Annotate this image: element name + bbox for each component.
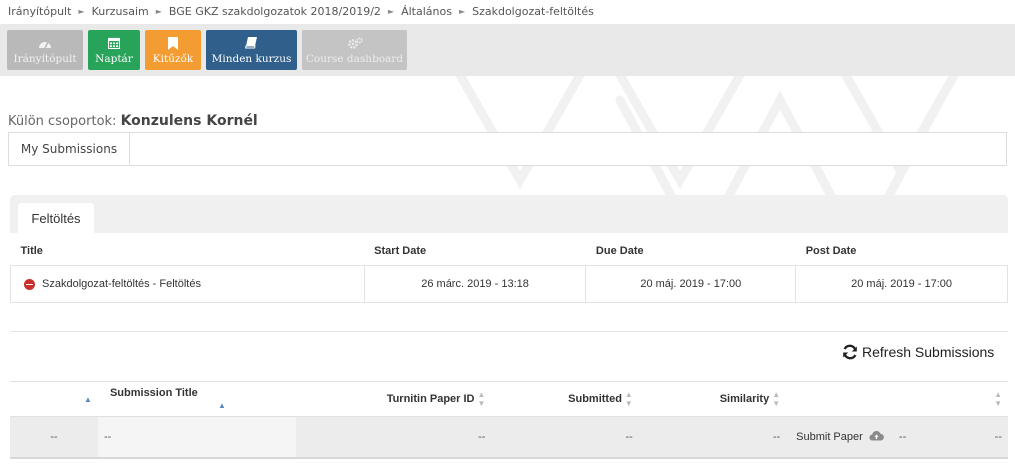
breadcrumb: Irányítópult ► Kurzusaim ► BGE GKZ szakdolgo…: [8, 5, 594, 18]
submitted-cell: --: [491, 416, 639, 459]
breadcrumb-separator-icon: ►: [155, 7, 162, 16]
table-row: -- -- -- -- -- Submit Paper -- --: [10, 416, 1008, 459]
sort-icon: ▲ ▼: [994, 390, 1002, 408]
breadcrumb-item-current: Szakdolgozat-feltöltés: [472, 5, 594, 18]
assignment-title[interactable]: Szakdolgozat-feltöltés - Feltöltés: [42, 278, 201, 290]
sort-asc-icon: ▲: [84, 394, 92, 404]
calendar-button[interactable]: Naptár: [88, 30, 140, 70]
section-divider: [10, 331, 1008, 332]
book-icon: [245, 36, 258, 51]
calendar-icon: [108, 36, 120, 51]
closed-status-icon: [24, 278, 35, 290]
sort-icon: ▲ ▼: [477, 390, 486, 408]
badges-button-label: Kitűzők: [152, 52, 194, 65]
similarity-cell: --: [638, 416, 787, 459]
refresh-submissions-label: Refresh Submissions: [862, 344, 995, 360]
all-courses-button[interactable]: Minden kurzus: [206, 30, 297, 70]
breadcrumb-separator-icon: ►: [458, 7, 466, 16]
column-header-submitted[interactable]: Submitted ▲ ▼: [491, 381, 639, 417]
similarity-header-label: Similarity: [719, 392, 770, 405]
grade-placeholder: --: [898, 430, 907, 443]
paper-id-header-label: Turnitin Paper ID: [386, 392, 475, 405]
breadcrumb-item-general[interactable]: Általános: [401, 5, 452, 18]
column-header-select[interactable]: ▲: [10, 381, 98, 417]
column-header-similarity[interactable]: Similarity ▲ ▼: [638, 381, 787, 417]
submission-title-cell: --: [97, 416, 296, 459]
column-header-grade[interactable]: ▲ ▼: [912, 381, 1008, 417]
table-row: Szakdolgozat-feltöltés - Feltöltés 26 má…: [10, 265, 1008, 303]
cloud-upload-icon: [869, 430, 884, 444]
submission-title-header-label: Submission Title: [109, 387, 198, 399]
submissions-tab-bar: My Submissions: [8, 132, 1007, 166]
post-date-cell: 20 máj. 2019 - 17:00: [795, 265, 1008, 303]
dashboard-icon: [38, 36, 52, 51]
sort-icon: ▲ ▼: [624, 390, 633, 408]
paper-id-cell: --: [295, 416, 492, 459]
submit-paper-button[interactable]: Submit Paper: [796, 431, 887, 443]
refresh-icon: [842, 344, 858, 360]
submissions-table-header: ▲ Submission Title ▲ Turnitin Paper ID ▲ ▼…: [10, 381, 1008, 417]
dashboard-button[interactable]: Irányítópult: [7, 30, 83, 70]
dashboard-button-label: Irányítópult: [13, 52, 77, 65]
assignment-title-cell: Szakdolgozat-feltöltés - Feltöltés: [10, 265, 365, 303]
course-dashboard-button[interactable]: Course dashboard: [302, 30, 407, 70]
refresh-submissions-button[interactable]: Refresh Submissions: [842, 344, 994, 360]
last-cell: --: [912, 416, 1008, 459]
column-header-start-date: Start Date: [364, 237, 586, 266]
column-header-submission-title[interactable]: Submission Title ▲: [97, 381, 296, 417]
bookmark-icon: [168, 36, 178, 51]
breadcrumb-item-dashboard[interactable]: Irányítópult: [8, 5, 71, 18]
badges-button[interactable]: Kitűzők: [145, 30, 201, 70]
breadcrumb-separator-icon: ►: [78, 7, 85, 16]
cogs-icon: [347, 36, 363, 51]
column-header-post-date: Post Date: [795, 237, 1008, 266]
breadcrumb-item-my-courses[interactable]: Kurzusaim: [92, 5, 149, 18]
submit-paper-label: Submit Paper: [796, 430, 863, 443]
start-date-cell: 26 márc. 2019 - 13:18: [363, 265, 587, 303]
due-date-cell: 20 máj. 2019 - 17:00: [585, 265, 797, 303]
select-cell: --: [10, 416, 98, 459]
column-header-submit: [786, 381, 913, 417]
column-header-turnitin-paper-id[interactable]: Turnitin Paper ID ▲ ▼: [295, 381, 492, 417]
separate-groups-selector: Külön csoportok: Konzulens Kornél: [8, 113, 258, 129]
groups-label: Külön csoportok:: [8, 114, 117, 129]
calendar-button-label: Naptár: [95, 52, 133, 65]
submissions-table: ▲ Submission Title ▲ Turnitin Paper ID ▲ ▼…: [10, 381, 1008, 459]
sort-asc-icon: ▲: [217, 400, 226, 410]
breadcrumb-item-course[interactable]: BGE GKZ szakdolgozatok 2018/2019/2: [169, 5, 381, 18]
assignment-table-header: Title Start Date Due Date Post Date: [10, 237, 1008, 266]
breadcrumb-separator-icon: ►: [387, 7, 395, 16]
column-header-due-date: Due Date: [585, 237, 796, 266]
course-dashboard-button-label: Course dashboard: [305, 52, 404, 65]
tab-my-submissions[interactable]: My Submissions: [9, 133, 130, 165]
submit-paper-cell: Submit Paper --: [786, 416, 913, 459]
all-courses-button-label: Minden kurzus: [211, 52, 292, 65]
assignment-table: Title Start Date Due Date Post Date Szak…: [10, 237, 1008, 303]
groups-value[interactable]: Konzulens Kornél: [121, 113, 258, 129]
navigation-toolbar: Irányítópult Naptár Kitűzők Minden kurzu…: [0, 24, 1015, 76]
column-header-title: Title: [10, 237, 365, 266]
sort-icon: ▲ ▼: [772, 390, 781, 408]
tab-upload[interactable]: Feltöltés: [18, 203, 94, 233]
submitted-header-label: Submitted: [568, 392, 622, 405]
